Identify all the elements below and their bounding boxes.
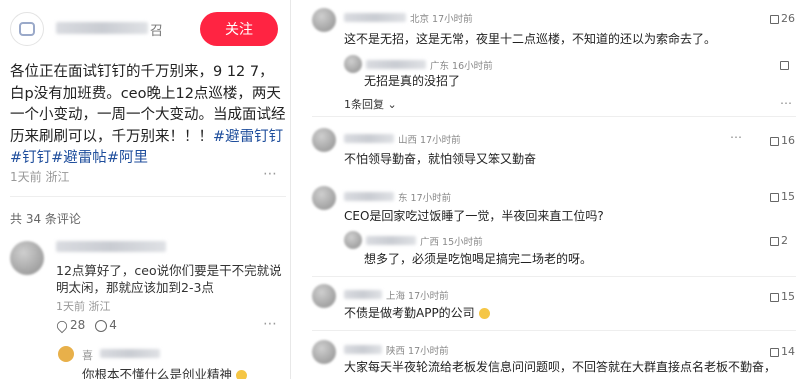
like-button[interactable]: 16 bbox=[770, 134, 795, 147]
follow-button[interactable]: 关注 bbox=[200, 12, 278, 46]
thumbs-up-icon bbox=[770, 136, 779, 146]
comment-text: CEO是回家吃过饭睡了一觉，半夜回来直工位吗? bbox=[344, 209, 604, 223]
reply-name-blurred[interactable] bbox=[366, 236, 416, 245]
comment-actions: 28 4 bbox=[54, 318, 117, 333]
reply-text: 无招是真的没招了 bbox=[364, 74, 461, 88]
more-options-icon[interactable]: ⋯ bbox=[263, 316, 278, 332]
reply-text: 你根本不懂什么是创业精神 bbox=[82, 364, 247, 379]
author-name-tail: 召 bbox=[150, 24, 164, 39]
view-replies-link[interactable]: 1条回复 ⌄ bbox=[344, 96, 397, 112]
commenter-avatar[interactable] bbox=[312, 284, 336, 308]
comment-text: 不怕领导勤奋，就怕领导又笨又勤奋 bbox=[344, 152, 537, 166]
comment-count: 共 34 条评论 bbox=[10, 212, 81, 226]
divider bbox=[312, 276, 796, 277]
comment-bubble-icon bbox=[95, 319, 108, 332]
commenter-name-blurred[interactable] bbox=[56, 241, 166, 252]
comment-location-time: 陕西 17小时前 bbox=[386, 346, 449, 357]
comment-text: 这不是无招，这是无常，夜里十二点巡楼，不知道的还以为索命去了。 bbox=[344, 32, 717, 46]
divider bbox=[10, 196, 286, 197]
author-avatar[interactable] bbox=[10, 12, 44, 46]
post-meta: 1天前 浙江 bbox=[10, 170, 70, 184]
comment-text: 不债是做考勤APP的公司 bbox=[344, 304, 490, 321]
comments-panel: 北京 17小时前 这不是无招，这是无常，夜里十二点巡楼，不知道的还以为索命去了。… bbox=[300, 0, 800, 379]
comment-location-time: 山西 17小时前 bbox=[398, 135, 461, 146]
like-button[interactable] bbox=[780, 58, 791, 71]
hashtag[interactable]: #阿里 bbox=[107, 150, 148, 166]
thumbs-up-icon bbox=[780, 60, 789, 70]
commenter-name-blurred[interactable] bbox=[344, 345, 382, 354]
like-action[interactable]: 28 bbox=[54, 318, 85, 333]
hashtag[interactable]: #钉钉 bbox=[10, 150, 51, 166]
comment-location-time: 东 17小时前 bbox=[398, 193, 452, 204]
author-name-blurred[interactable] bbox=[56, 22, 148, 34]
reply-action[interactable]: 4 bbox=[95, 318, 117, 332]
reply-avatar[interactable] bbox=[344, 55, 362, 73]
comment-text: 大家每天半夜轮流给老板发信息问问题呗，不回答就在大群直接点名老板不勤奋， bbox=[344, 360, 777, 374]
more-options-icon[interactable]: ⋯ bbox=[263, 166, 278, 182]
hashtag[interactable]: #避雷帖 bbox=[51, 150, 107, 166]
commenter-avatar[interactable] bbox=[312, 8, 336, 32]
commenter-avatar[interactable] bbox=[10, 241, 44, 275]
like-button[interactable]: 15 bbox=[770, 290, 795, 303]
commenter-avatar[interactable] bbox=[312, 128, 336, 152]
divider bbox=[312, 116, 796, 117]
hashtag[interactable]: #避雷钉钉 bbox=[213, 129, 283, 145]
commenter-name-blurred[interactable] bbox=[344, 290, 382, 299]
thumbs-up-icon bbox=[770, 236, 779, 246]
reply-avatar[interactable] bbox=[58, 346, 74, 362]
commenter-name-blurred[interactable] bbox=[344, 134, 394, 143]
comment-text: 12点算好了，ceo说你们要是干不完就说明太闲，那就应该加到2-3点 bbox=[56, 263, 282, 295]
commenter-name-blurred[interactable] bbox=[344, 13, 406, 22]
thumbs-up-icon bbox=[770, 347, 779, 357]
commenter-avatar[interactable] bbox=[312, 340, 336, 364]
reply-author[interactable]: 喜 bbox=[82, 347, 93, 363]
like-button[interactable]: 26 bbox=[770, 12, 795, 25]
reply-name-blurred[interactable] bbox=[366, 60, 426, 69]
like-button[interactable]: 2 bbox=[770, 234, 788, 247]
reply-author-blurred[interactable] bbox=[100, 349, 160, 358]
thumbs-up-icon bbox=[770, 292, 779, 302]
commenter-avatar[interactable] bbox=[312, 186, 336, 210]
more-options-icon[interactable]: ⋯ bbox=[780, 96, 792, 110]
thumbs-up-icon bbox=[770, 14, 779, 24]
reply-location-time: 广东 16小时前 bbox=[430, 61, 493, 72]
post-text: 各位正在面试钉钉的千万别来，9 12 7，白p没有加班费。ceo晚上12点巡楼，… bbox=[10, 62, 286, 170]
comment-location-time: 北京 17小时前 bbox=[410, 14, 473, 25]
reply-text: 想多了，必须是吃饱喝足搞完二场老的呀。 bbox=[364, 252, 593, 266]
emoji-icon bbox=[478, 308, 490, 319]
emoji-icon bbox=[236, 370, 247, 379]
like-button[interactable]: 14 bbox=[770, 345, 795, 358]
commenter-name-blurred[interactable] bbox=[344, 192, 394, 201]
thumbs-up-icon bbox=[770, 192, 779, 202]
more-options-icon[interactable]: ⋯ bbox=[730, 130, 742, 144]
reply-location-time: 广西 15小时前 bbox=[420, 237, 483, 248]
heart-icon bbox=[54, 318, 70, 333]
comment-location-time: 上海 17小时前 bbox=[386, 291, 449, 302]
comment-meta: 1天前 浙江 bbox=[56, 300, 111, 313]
reply-avatar[interactable] bbox=[344, 231, 362, 249]
divider bbox=[312, 330, 796, 331]
post-panel: 召 关注 各位正在面试钉钉的千万别来，9 12 7，白p没有加班费。ceo晚上1… bbox=[0, 0, 291, 379]
like-button[interactable]: 15 bbox=[770, 190, 795, 203]
